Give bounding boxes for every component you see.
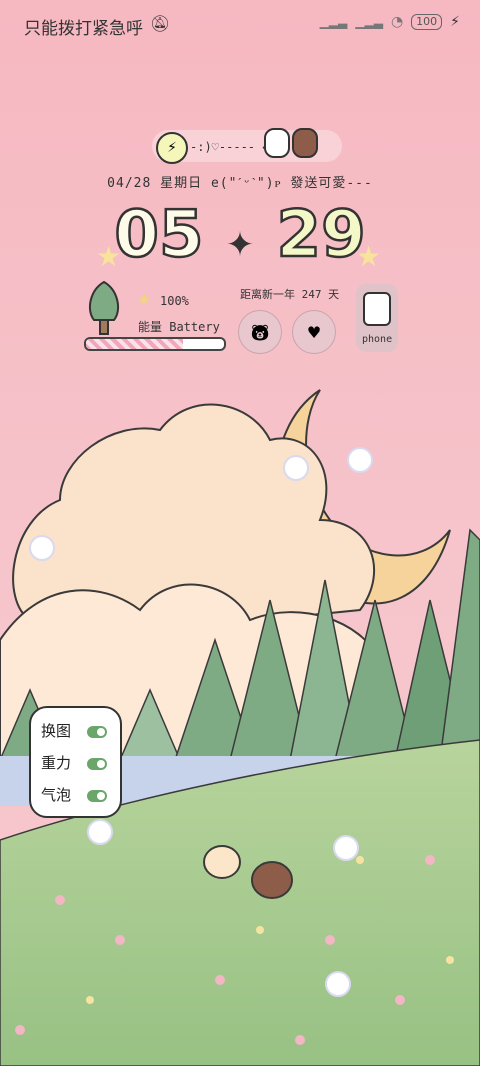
bears-hug-icon: ♥ — [306, 322, 322, 342]
new-year-countdown: 距离新一年 247 天 — [240, 288, 340, 301]
toggle-change-image[interactable] — [87, 726, 107, 738]
pill-text: -:)♡----- ⇠ — [190, 140, 270, 154]
signal-icon: ▁▂▃ — [319, 15, 348, 29]
toggle-bubbles[interactable] — [87, 790, 107, 802]
brown-bear-icon — [292, 128, 318, 158]
charging-icon: ⚡ — [450, 14, 460, 30]
status-bar: 只能拨打紧急呼 🔕︎ ▁▂▃ ▁▂▃ ◔ 100 ⚡ — [0, 0, 480, 52]
bolt-icon: ⚡ — [156, 132, 188, 164]
phone-label: phone — [362, 334, 393, 345]
bear-face-button[interactable]: 🐻︎ — [238, 310, 282, 354]
tree-icon — [88, 280, 120, 335]
clock-separator-icon: ✦ — [225, 225, 255, 265]
bear-face-icon: 🐻︎ — [249, 322, 271, 342]
phone-icon — [363, 292, 391, 326]
clock-minutes: 29 — [275, 197, 367, 274]
battery-label: 能量 Battery — [138, 320, 220, 334]
toggle-panel: 换图 重力 气泡 — [29, 706, 122, 818]
signal-icon-2: ▁▂▃ — [355, 15, 383, 29]
clock: ★ 05 ✦ 29 ★ — [0, 195, 480, 275]
toggle-label-change-image: 换图 — [41, 722, 72, 740]
toggle-gravity[interactable] — [87, 758, 107, 770]
date-line: 04/28 星期日 e("ˊᵕˋ")ᴘ 發送可愛--- — [107, 176, 373, 191]
mute-icon: 🔕︎ — [150, 14, 171, 33]
battery-percent: 100% — [160, 294, 189, 308]
toggle-label-bubbles: 气泡 — [41, 786, 72, 804]
phone-button[interactable]: phone — [356, 284, 398, 352]
wifi-icon: ◔ — [390, 14, 404, 30]
star-icon: ★ — [138, 292, 151, 308]
clock-hours: 05 — [113, 197, 205, 274]
white-bear-icon — [264, 128, 290, 158]
battery-indicator: 100 — [411, 14, 443, 30]
bears-hug-button[interactable]: ♥ — [292, 310, 336, 354]
toggle-label-gravity: 重力 — [41, 754, 72, 772]
battery-progress-fill — [86, 339, 183, 349]
battery-progress-bar — [84, 337, 226, 351]
status-icons: ▁▂▃ ▁▂▃ ◔ 100 ⚡ — [320, 14, 460, 30]
status-emergency-text: 只能拨打紧急呼 — [24, 19, 143, 39]
